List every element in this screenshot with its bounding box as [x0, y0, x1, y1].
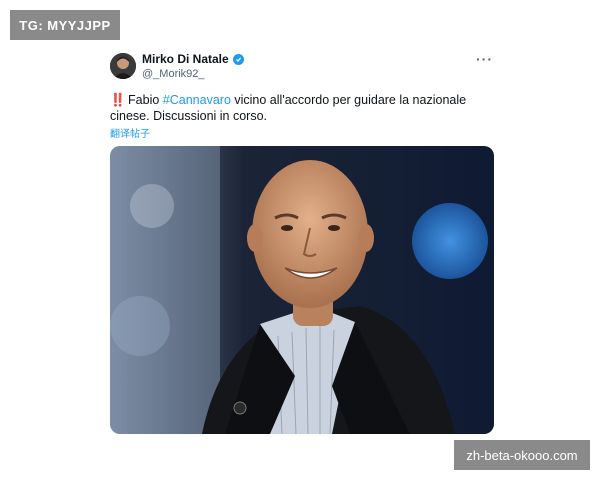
verified-badge-icon	[232, 53, 244, 65]
tweet-text-part-1: Fabio	[124, 93, 163, 107]
author-handle[interactable]: @_Morik92_	[142, 68, 205, 80]
translate-post-link[interactable]: 翻译帖子	[110, 125, 150, 140]
hashtag-link[interactable]: #Cannavaro	[163, 93, 231, 107]
avatar[interactable]	[110, 53, 136, 79]
more-options-icon[interactable]: ···	[476, 51, 493, 67]
watermark-bottom-right: zh-beta-okooo.com	[454, 440, 590, 470]
double-exclamation-icon: ‼️	[110, 93, 126, 107]
tweet-photo[interactable]	[110, 146, 494, 434]
tweet-card: Mirko Di Natale @_Morik92_ ··· ‼️ Fabio …	[95, 40, 507, 440]
author-name[interactable]: Mirko Di Natale	[142, 52, 229, 66]
author-name-row[interactable]: Mirko Di Natale	[142, 52, 244, 66]
watermark-top-left: TG: MYYJJPP	[10, 10, 120, 40]
tweet-text: ‼️ Fabio #Cannavaro vicino all'accordo p…	[110, 92, 500, 124]
